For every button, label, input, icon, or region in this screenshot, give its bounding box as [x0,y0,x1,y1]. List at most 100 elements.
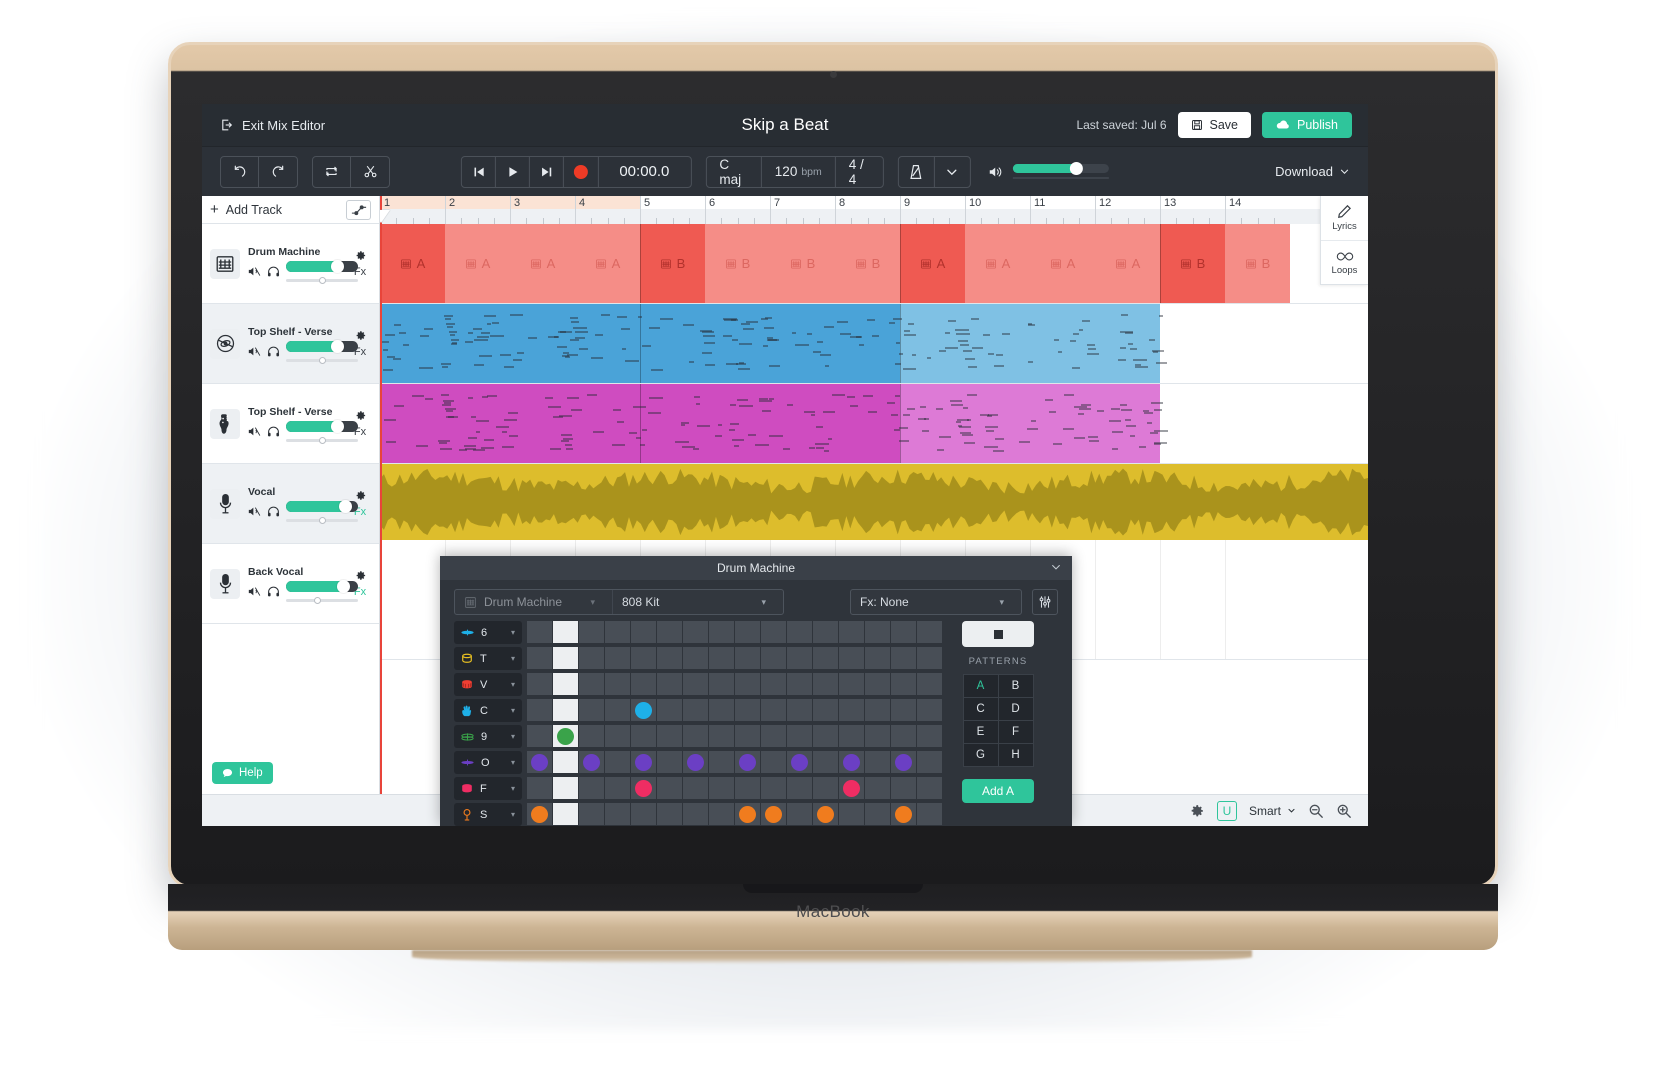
sequencer-cell[interactable] [579,647,605,670]
sequencer-cell[interactable] [605,803,631,826]
sequencer-cell[interactable] [865,725,891,748]
track-pan-knob[interactable] [319,517,326,524]
sequencer-cell[interactable] [579,725,605,748]
sequencer-cell[interactable] [917,699,943,722]
skip-to-end-button[interactable] [530,157,564,187]
scissors-icon[interactable] [351,157,389,187]
stop-button[interactable] [962,621,1034,647]
sequencer-cell[interactable] [579,777,605,800]
undo-button[interactable] [221,157,259,187]
sequencer-cell[interactable] [865,647,891,670]
sequencer-cell[interactable] [761,673,787,696]
sequencer-cell[interactable] [657,725,683,748]
save-button[interactable]: Save [1178,112,1252,138]
download-menu[interactable]: Download [1275,164,1350,179]
chevron-down-icon[interactable]: ▾ [511,784,515,793]
sequencer-cell[interactable] [657,777,683,800]
sequencer-cell[interactable] [553,725,579,748]
sequencer-cell[interactable] [735,803,761,826]
sequencer-cell[interactable] [553,673,579,696]
sequencer-cell[interactable] [813,673,839,696]
zoom-in-icon[interactable] [1336,803,1352,819]
sequencer-step-active[interactable] [739,806,756,823]
sequencer-cell[interactable] [553,803,579,826]
skip-to-start-button[interactable] [462,157,496,187]
sequencer-cell[interactable] [813,751,839,774]
sequencer-cell[interactable] [787,673,813,696]
gear-icon[interactable] [1189,803,1205,819]
sequencer-cell[interactable] [605,699,631,722]
track-row[interactable]: Top Shelf - VerseFx [202,384,379,464]
add-pattern-button[interactable]: Add A [962,779,1034,803]
sequencer-cell[interactable] [787,751,813,774]
sequencer-cell[interactable] [683,699,709,722]
chevron-down-icon[interactable]: ▾ [511,654,515,663]
sequencer-cell[interactable] [553,699,579,722]
sequencer-cell[interactable] [579,621,605,644]
track-volume-knob[interactable] [331,420,344,433]
track-row[interactable]: Drum MachineFx [202,224,379,304]
grid-mode-select[interactable]: Smart [1249,804,1296,818]
sequencer-step-active[interactable] [765,806,782,823]
gear-icon[interactable] [354,249,367,262]
sequencer-cell[interactable] [683,803,709,826]
track-volume-knob[interactable] [337,580,350,593]
sequencer-cell[interactable] [813,621,839,644]
sequencer-step-active[interactable] [895,754,912,771]
headphones-icon[interactable] [267,265,280,278]
sequencer-cell[interactable] [761,699,787,722]
master-volume[interactable] [989,164,1109,179]
pattern-grid[interactable]: ABCDEFGH [963,674,1034,767]
sequencer-cell[interactable] [787,699,813,722]
sequencer-cell[interactable] [891,725,917,748]
sequencer-step-active[interactable] [843,780,860,797]
sequencer-cell[interactable] [527,725,553,748]
sequencer-cell[interactable] [891,673,917,696]
sequencer-cell[interactable] [709,751,735,774]
kit-select[interactable]: 808 Kit ▾ [613,590,783,614]
sequencer-cell[interactable] [917,751,943,774]
track-volume-knob[interactable] [331,340,344,353]
sequencer-cell[interactable] [917,621,943,644]
sequencer-step-active[interactable] [687,754,704,771]
sequencer-cell[interactable] [605,647,631,670]
sequencer-cell[interactable] [553,621,579,644]
sequencer-cell[interactable] [787,647,813,670]
midi-clip[interactable] [900,384,1160,463]
mute-icon[interactable] [248,345,261,358]
chevron-down-icon[interactable]: ▾ [511,628,515,637]
sequencer-cell[interactable] [709,777,735,800]
sequencer-cell[interactable] [761,777,787,800]
dock-item-loops[interactable]: Loops [1321,240,1368,284]
track-volume-slider[interactable] [286,581,358,592]
track-pan-knob[interactable] [319,277,326,284]
sequencer-cell[interactable] [631,777,657,800]
sequencer-cell[interactable] [839,803,865,826]
sequencer-cell[interactable] [735,647,761,670]
sequencer-cell[interactable] [709,647,735,670]
fx-select[interactable]: Fx: None ▾ [850,589,1022,615]
redo-button[interactable] [259,157,297,187]
chevron-down-icon[interactable]: ▾ [511,706,515,715]
sequencer-cell[interactable] [605,621,631,644]
sequencer-cell[interactable] [865,673,891,696]
sequencer-cell[interactable] [761,725,787,748]
sequencer-cell[interactable] [761,751,787,774]
gear-icon[interactable] [354,329,367,342]
sequencer-cell[interactable] [839,621,865,644]
sequencer-cell[interactable] [527,803,553,826]
gear-icon[interactable] [354,409,367,422]
publish-button[interactable]: Publish [1262,112,1352,138]
sequencer-cell[interactable] [891,621,917,644]
track-volume-slider[interactable] [286,501,358,512]
sequencer-cell[interactable] [527,621,553,644]
automation-button[interactable] [346,200,371,220]
add-track-button[interactable]: + Add Track [210,202,282,217]
help-button[interactable]: Help [212,762,273,784]
drum-clip-lane[interactable]: AAAABBBBAAAABB [380,224,1368,304]
time-signature-selector[interactable]: 4 / 4 [836,157,883,187]
playhead-handle[interactable] [380,210,390,223]
chevron-down-icon[interactable]: ▾ [511,810,515,819]
sequencer-cell[interactable] [891,751,917,774]
loop-button[interactable] [313,157,351,187]
